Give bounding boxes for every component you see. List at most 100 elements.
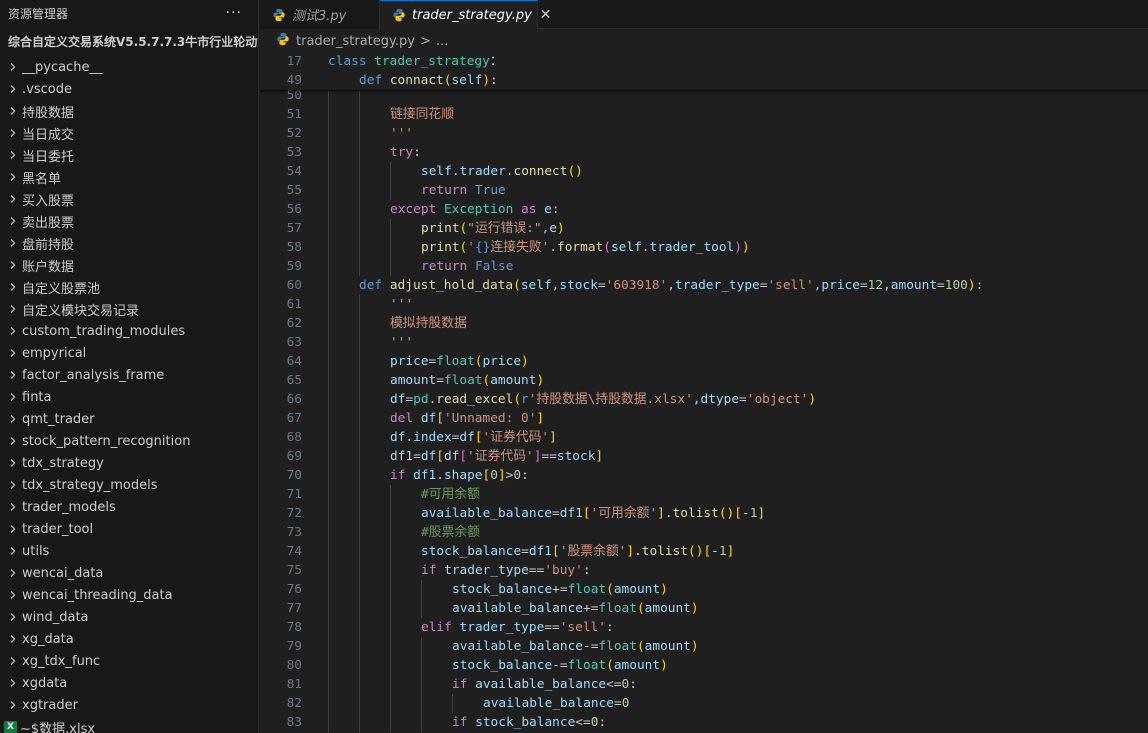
- code-line[interactable]: 65 amount=float(amount): [260, 371, 1148, 390]
- code-token: [: [436, 449, 444, 464]
- folder-item[interactable]: factor_analysis_frame: [0, 364, 258, 386]
- code-token: -: [741, 506, 750, 521]
- tab-trader-strategy[interactable]: trader_strategy.py ✕: [380, 0, 552, 29]
- code-line[interactable]: 77 available_balance+=float(amount): [260, 599, 1148, 618]
- folder-item[interactable]: qmt_trader: [0, 408, 258, 430]
- folder-item[interactable]: xg_tdx_func: [0, 650, 258, 672]
- code-line[interactable]: 75 if trader_type=='buy':: [260, 561, 1148, 580]
- folder-item[interactable]: .vscode: [0, 78, 258, 100]
- code-token: print: [421, 240, 460, 255]
- code-line[interactable]: 83 if stock_balance<=0:: [260, 713, 1148, 732]
- code-line[interactable]: 51 链接同花顺: [260, 105, 1148, 124]
- python-file-icon: [392, 8, 406, 22]
- line-number: 52: [286, 126, 302, 141]
- code-token: float: [567, 658, 607, 673]
- indent-guide: [328, 314, 329, 333]
- folder-item[interactable]: 当日委托: [0, 144, 258, 166]
- code-line[interactable]: 66 df=pd.read_excel(r'持股数据\持股数据.xlsx',dty…: [260, 390, 1148, 409]
- indent-guide: [390, 580, 391, 599]
- folder-item[interactable]: stock_pattern_recognition: [0, 430, 258, 452]
- code-line[interactable]: 82 available_balance=0: [260, 694, 1148, 713]
- code-line[interactable]: 78 elif trader_type=='sell':: [260, 618, 1148, 637]
- folder-item[interactable]: custom_trading_modules: [0, 320, 258, 342]
- code-editor[interactable]: 50 51 链接同花顺 52 ''' 53 try: 54 self.trader.connec…: [260, 52, 1148, 733]
- folder-item[interactable]: 卖出股票: [0, 210, 258, 232]
- file-item-xlsx[interactable]: X ~$数据.xlsx: [0, 716, 258, 733]
- code-text: #可用余额: [421, 485, 480, 504]
- sticky-scroll-line[interactable]: 49 def connact(self):: [260, 71, 1148, 90]
- tab-test3[interactable]: 测试3.py: [260, 0, 380, 29]
- folder-item[interactable]: wencai_threading_data: [0, 584, 258, 606]
- code-token: format: [557, 240, 604, 255]
- code-line[interactable]: 63 ''': [260, 333, 1148, 352]
- code-line[interactable]: 80 stock_balance-=float(amount): [260, 656, 1148, 675]
- sticky-scroll-line[interactable]: 17 class trader_strategy：: [260, 52, 1148, 71]
- code-line[interactable]: 76 stock_balance+=float(amount): [260, 580, 1148, 599]
- code-line[interactable]: 68 df.index=df['证券代码']: [260, 428, 1148, 447]
- folder-item[interactable]: 自定义股票池: [0, 276, 258, 298]
- code-line[interactable]: 64 price=float(price): [260, 352, 1148, 371]
- code-text: if trader_type=='buy':: [421, 561, 591, 580]
- code-line[interactable]: 54 self.trader.connect(): [260, 162, 1148, 181]
- code-line[interactable]: 69 df1=df[df['证券代码']==stock]: [260, 447, 1148, 466]
- code-token: "运行错误:": [467, 221, 542, 236]
- line-number: 76: [286, 582, 302, 597]
- code-token: '可用余额': [590, 506, 658, 521]
- code-token: df1: [405, 468, 437, 483]
- code-line[interactable]: 67 del df['Unnamed: 0']: [260, 409, 1148, 428]
- folder-item[interactable]: wind_data: [0, 606, 258, 628]
- folder-item[interactable]: finta: [0, 386, 258, 408]
- code-line[interactable]: 73 #股票余额: [260, 523, 1148, 542]
- folder-item[interactable]: 买入股票: [0, 188, 258, 210]
- folder-item[interactable]: tdx_strategy_models: [0, 474, 258, 496]
- code-line[interactable]: 71 #可用余额: [260, 485, 1148, 504]
- folder-item[interactable]: 黑名单: [0, 166, 258, 188]
- folder-item[interactable]: tdx_strategy: [0, 452, 258, 474]
- folder-item[interactable]: empyrical: [0, 342, 258, 364]
- code-token: .: [641, 240, 650, 255]
- code-line[interactable]: 52 ''': [260, 124, 1148, 143]
- breadcrumb-more[interactable]: ...: [436, 34, 448, 49]
- folder-item[interactable]: 盘前持股: [0, 232, 258, 254]
- code-line[interactable]: 81 if available_balance<=0:: [260, 675, 1148, 694]
- code-line[interactable]: 62 模拟持股数据: [260, 314, 1148, 333]
- workspace-root-folder[interactable]: 综合自定义交易系统V5.5.7.7.3牛市行业轮动策略: [0, 26, 258, 56]
- indent-guide: [328, 656, 329, 675]
- code-line[interactable]: 60 def adjust_hold_data(self,stock='60391…: [260, 276, 1148, 295]
- folder-item[interactable]: 当日成交: [0, 122, 258, 144]
- folder-item[interactable]: wencai_data: [0, 562, 258, 584]
- close-icon[interactable]: ✕: [540, 7, 552, 23]
- line-number: 71: [286, 487, 302, 502]
- folder-item[interactable]: __pycache__: [0, 56, 258, 78]
- folder-item[interactable]: utils: [0, 540, 258, 562]
- code-line[interactable]: 57 print("运行错误:",e): [260, 219, 1148, 238]
- code-token: True: [467, 183, 506, 198]
- code-line[interactable]: 58 print('{}连接失败'.format(self.trader_tool…: [260, 238, 1148, 257]
- folder-item[interactable]: xgtrader: [0, 694, 258, 716]
- folder-item[interactable]: 账户数据: [0, 254, 258, 276]
- code-line[interactable]: 74 stock_balance=df1['股票余额'].tolist()[-1]: [260, 542, 1148, 561]
- code-line[interactable]: 70 if df1.shape[0]>0:: [260, 466, 1148, 485]
- code-line[interactable]: 59 return False: [260, 257, 1148, 276]
- folder-item[interactable]: xg_data: [0, 628, 258, 650]
- more-actions-icon[interactable]: ···: [226, 5, 242, 21]
- folder-item[interactable]: 持股数据: [0, 100, 258, 122]
- code-line[interactable]: 72 available_balance=df1['可用余额'].tolist()…: [260, 504, 1148, 523]
- chevron-right-icon: [6, 588, 20, 602]
- folder-item[interactable]: trader_models: [0, 496, 258, 518]
- code-token: [: [474, 430, 483, 445]
- indent-guide: [359, 219, 360, 238]
- code-line[interactable]: 61 ''': [260, 295, 1148, 314]
- code-line[interactable]: 55 return True: [260, 181, 1148, 200]
- code-line[interactable]: 79 available_balance-=float(amount): [260, 637, 1148, 656]
- code-token: df: [443, 449, 460, 464]
- code-text: ''': [390, 333, 413, 352]
- code-line[interactable]: 53 try:: [260, 143, 1148, 162]
- code-line[interactable]: 56 except Exception as e:: [260, 200, 1148, 219]
- folder-item[interactable]: xgdata: [0, 672, 258, 694]
- folder-item[interactable]: 自定义模块交易记录: [0, 298, 258, 320]
- code-token: read_excel: [436, 392, 514, 407]
- breadcrumb-file[interactable]: trader_strategy.py: [296, 34, 415, 49]
- folder-item[interactable]: trader_tool: [0, 518, 258, 540]
- chevron-right-icon: [6, 390, 20, 404]
